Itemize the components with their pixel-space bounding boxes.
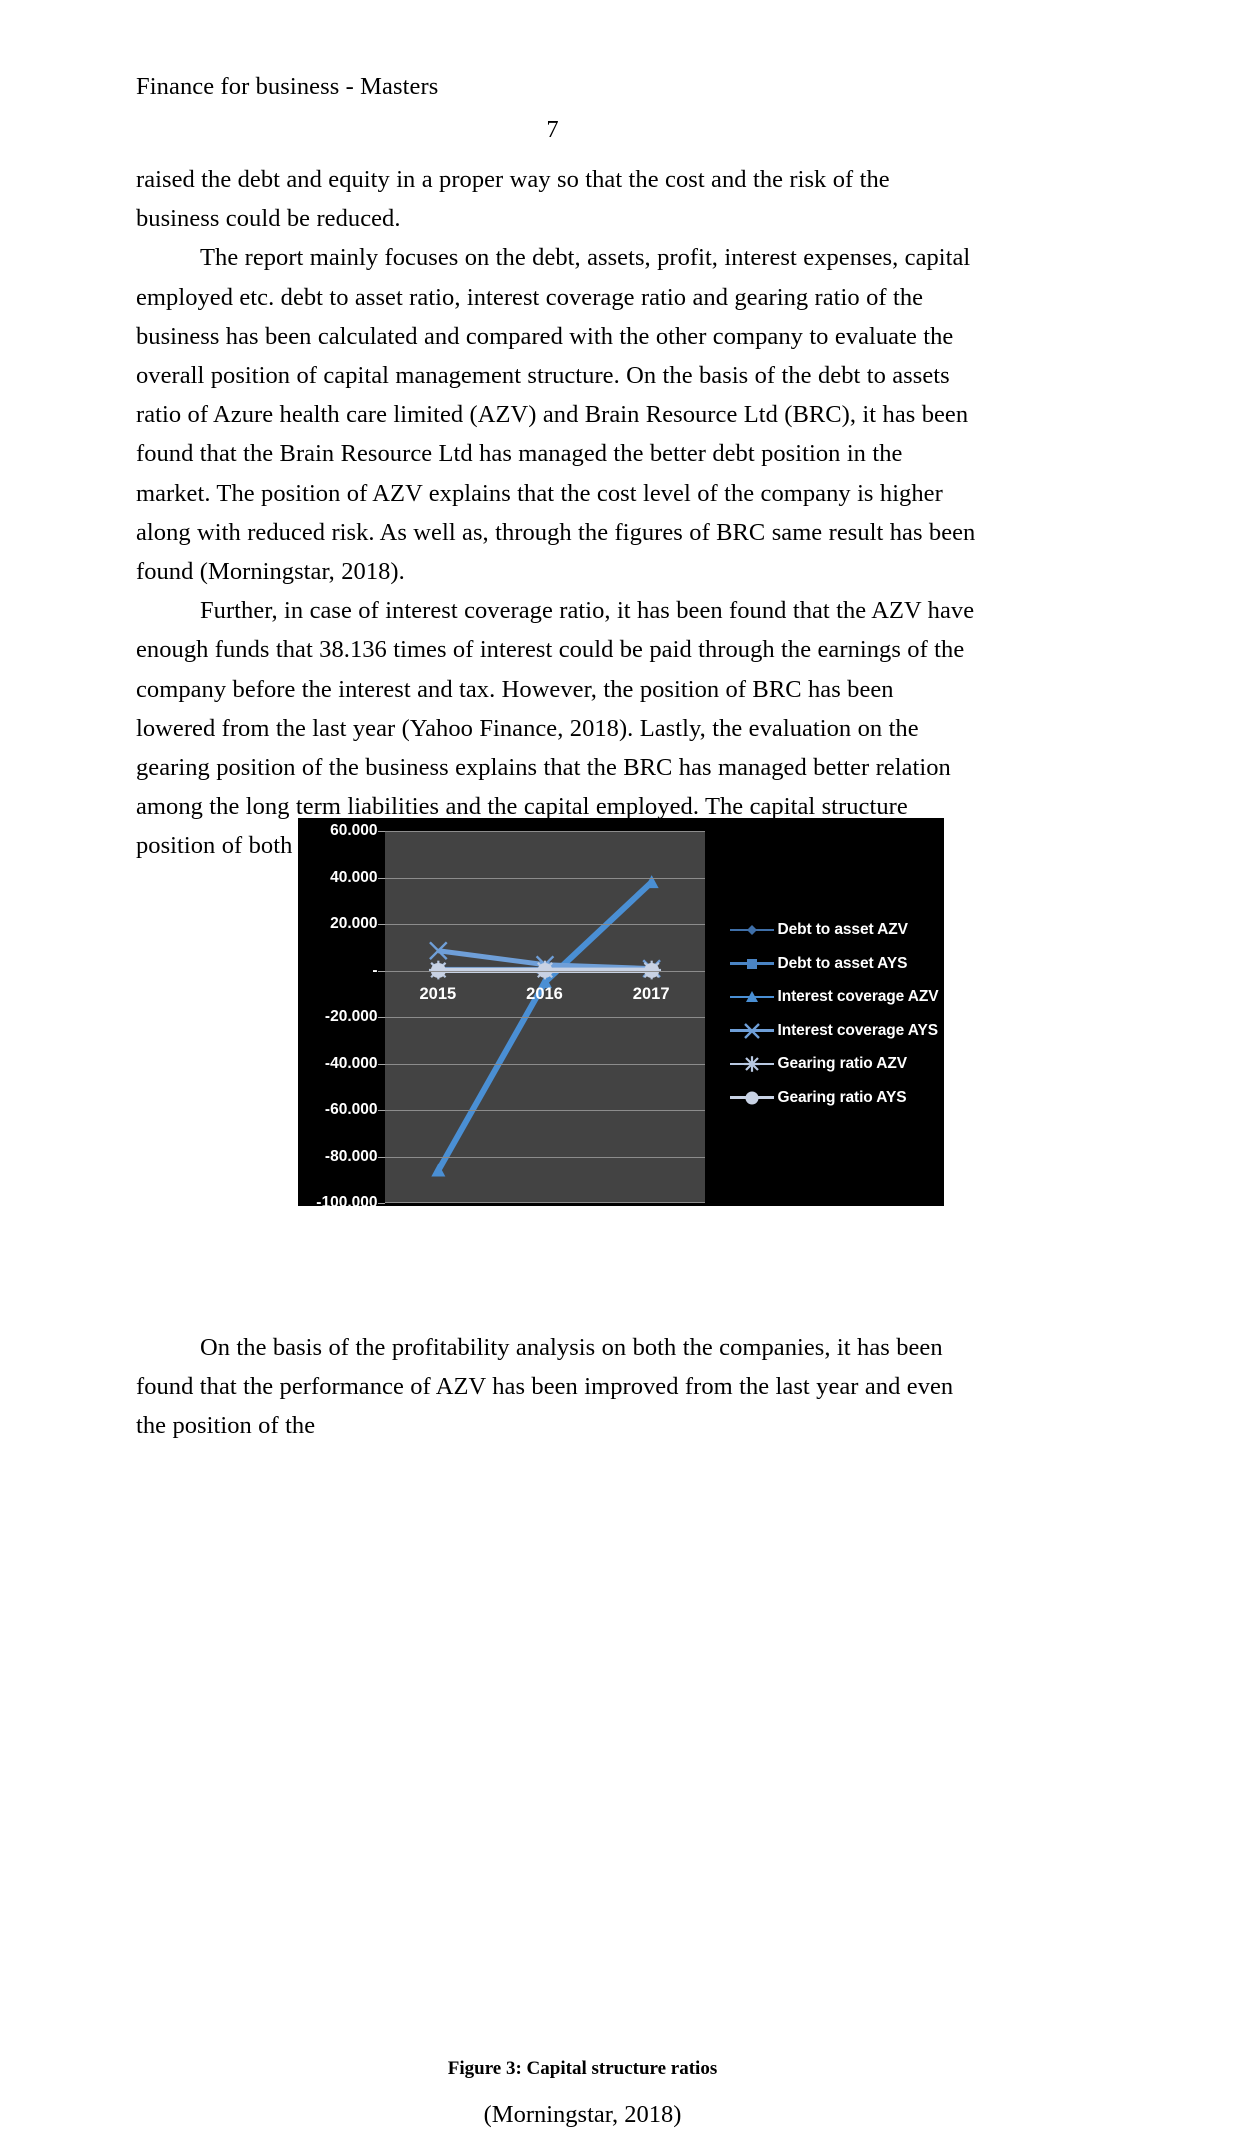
legend-item[interactable]: Debt to asset AYS (729, 950, 940, 978)
legend-item[interactable]: Debt to asset AZV (729, 916, 940, 944)
y-axis-tick-label: - (372, 961, 378, 979)
y-axis-tick-label: 60.000 (330, 822, 378, 839)
gridline (384, 1110, 705, 1111)
figure-caption: Figure 3: Capital structure ratios (447, 2058, 718, 2079)
tail-text: On the basis of the profitability analys… (136, 1328, 978, 1446)
y-axis-tick-label: 40.000 (330, 868, 378, 886)
figure-source: (Morningstar, 2018) (483, 2101, 682, 2128)
y-axis-tick (377, 1063, 385, 1065)
legend-item[interactable]: Interest coverage AYS (729, 1017, 940, 1045)
legend-label: Gearing ratio AZV (777, 1055, 908, 1072)
legend-label: Debt to asset AZV (777, 921, 908, 938)
gridline (384, 877, 705, 879)
y-axis-tick (377, 1203, 385, 1204)
legend-label: Interest coverage AYS (777, 1021, 939, 1039)
legend-item[interactable]: Gearing ratio AZV (729, 1050, 940, 1078)
data-point-asterisk (743, 1056, 760, 1072)
data-point-diamond (746, 925, 757, 935)
data-point-x (743, 1022, 760, 1039)
y-axis-tick-label: -100.000 (316, 1194, 378, 1206)
y-axis-tick (377, 1017, 385, 1018)
y-axis-tick (377, 1110, 385, 1111)
data-point-triangle (745, 991, 758, 1002)
x-axis-tick-label: 2017 (632, 984, 670, 1003)
figure-3: 60.000 40.000 20.000 - -20.000 -40.000 -60.000… (0, 818, 1241, 2128)
y-axis-tick-label: -80.000 (324, 1147, 378, 1165)
gridline (384, 1202, 705, 1203)
legend-marker-diamond-icon (729, 922, 774, 938)
legend-marker-square-icon (729, 956, 774, 972)
y-axis-tick (377, 831, 385, 832)
capital-structure-chart: 60.000 40.000 20.000 - -20.000 -40.000 -60.000… (297, 818, 944, 1206)
paragraph-4: On the basis of the profitability analys… (136, 1334, 954, 1440)
y-axis-tick (377, 970, 385, 972)
legend-marker-asterisk-icon (729, 1056, 774, 1072)
gridline (384, 970, 705, 972)
legend-label: Interest coverage AZV (777, 988, 939, 1005)
chart-legend: Debt to asset AZV Debt to asset AYS Intere… (729, 916, 940, 1117)
data-point-square (746, 958, 757, 969)
legend-item[interactable]: Gearing ratio AYS (729, 1084, 940, 1112)
y-axis-tick-label: -60.000 (324, 1101, 378, 1118)
legend-label: Debt to asset AYS (777, 954, 908, 972)
y-axis-tick-label: -20.000 (324, 1008, 378, 1025)
gridline (384, 1156, 705, 1158)
y-axis-tick (377, 877, 385, 879)
gridline (384, 1063, 705, 1065)
x-axis-tick-label: 2015 (419, 984, 457, 1003)
x-axis-tick-label: 2016 (526, 984, 563, 1003)
y-axis-tick (377, 1156, 385, 1158)
gridline (384, 924, 705, 925)
legend-marker-circle-icon (729, 1090, 774, 1106)
legend-marker-triangle-icon (729, 989, 774, 1005)
page-number: 7 (546, 116, 559, 143)
running-head: Finance for business - Masters (136, 73, 439, 100)
data-point-circle (745, 1091, 758, 1104)
gridline (384, 831, 705, 832)
y-axis-tick-label: 20.000 (330, 915, 378, 932)
document-page: Finance for business - Masters 7 raised … (0, 0, 1241, 2128)
plot-area (384, 831, 705, 1203)
y-axis-tick (377, 924, 385, 925)
y-axis-tick-label: -40.000 (324, 1054, 378, 1072)
legend-label: Gearing ratio AYS (777, 1088, 907, 1106)
paragraph-1: raised the debt and equity in a proper w… (136, 166, 890, 233)
gridline (384, 1017, 705, 1018)
series-interest-coverage-azv (430, 875, 659, 1177)
legend-marker-x-icon (729, 1022, 774, 1039)
legend-item[interactable]: Interest coverage AZV (729, 983, 940, 1011)
paragraph-2: The report mainly focuses on the debt, a… (136, 244, 976, 586)
y-axis-labels: 60.000 40.000 20.000 - -20.000 -40.000 -60.000… (298, 822, 378, 1206)
body-text: raised the debt and equity in a proper w… (136, 160, 978, 866)
